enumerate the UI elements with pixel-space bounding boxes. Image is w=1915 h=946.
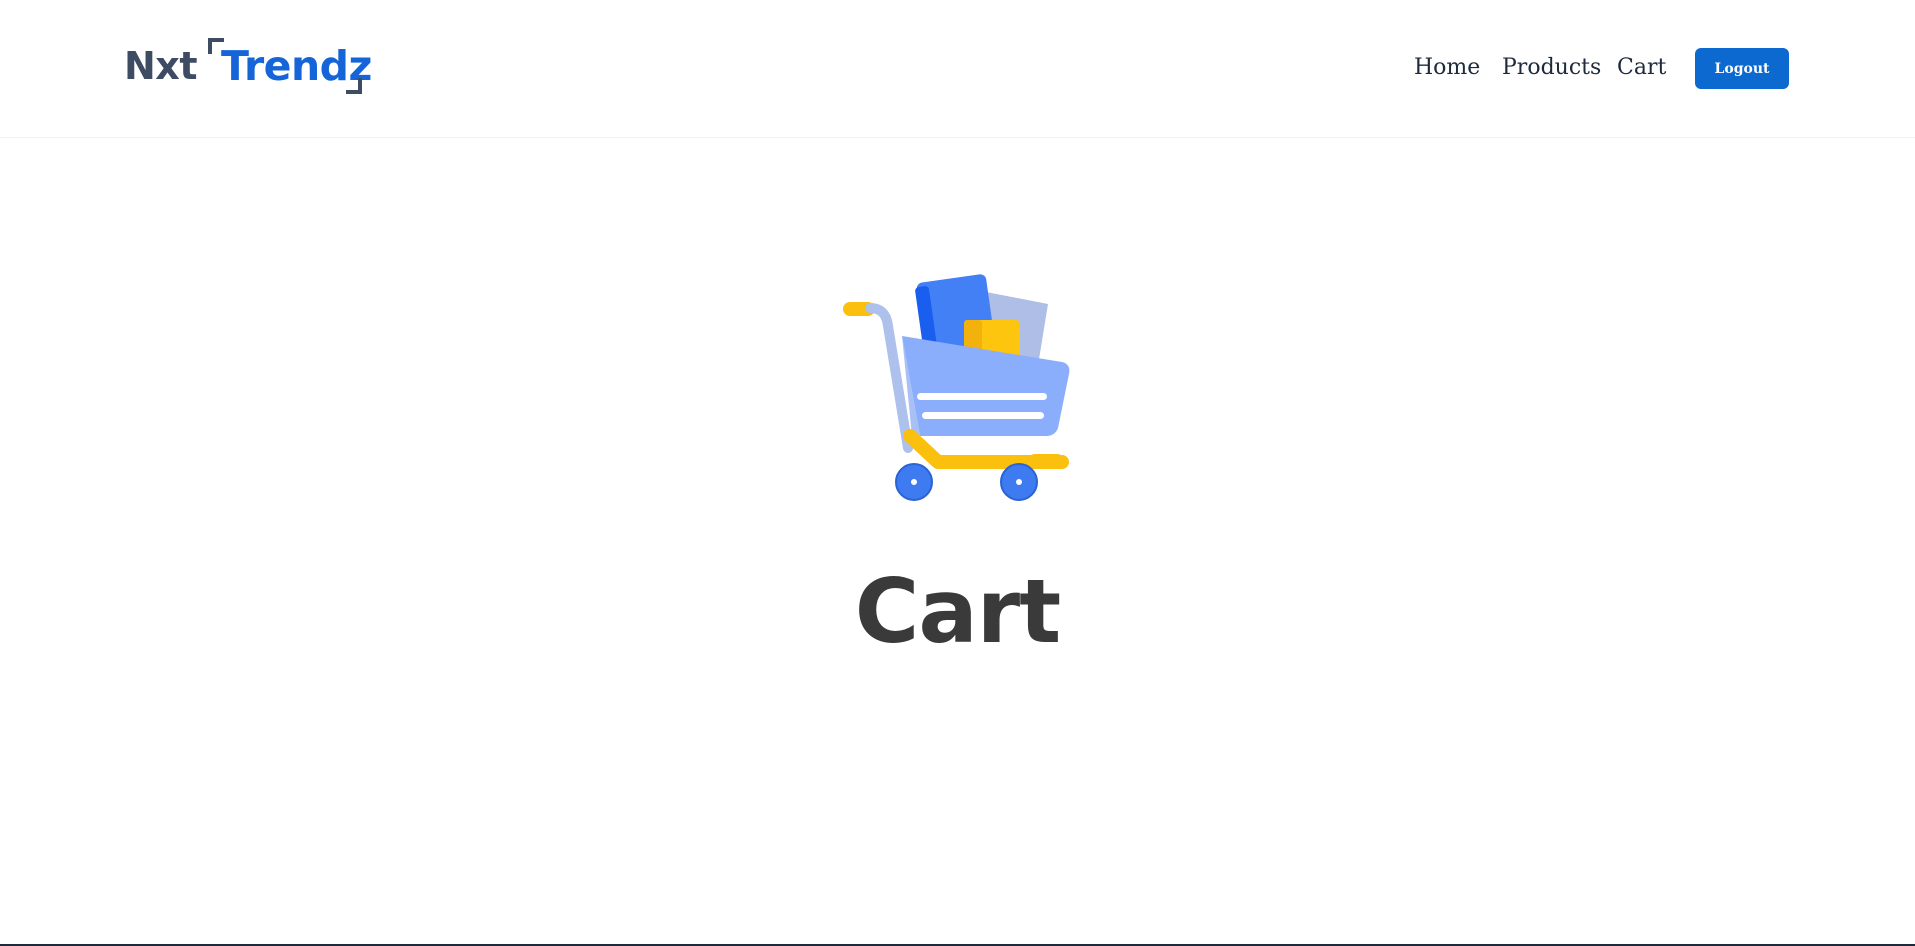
cart-basket-stripe <box>917 393 1047 400</box>
website-logo[interactable]: Nxt Trendz <box>124 36 374 96</box>
logout-button[interactable]: Logout <box>1695 48 1789 89</box>
cart-basket <box>902 336 1070 436</box>
navbar: Nxt Trendz Home Products Cart Logout <box>0 0 1915 138</box>
nav-link-home[interactable]: Home <box>1414 55 1480 80</box>
nav-link-products[interactable]: Products <box>1502 55 1601 80</box>
logo-text-nxt: Nxt <box>124 44 197 88</box>
cart-base-end <box>1028 454 1064 468</box>
page-title: Cart <box>854 560 1061 663</box>
nav-link-cart[interactable]: Cart <box>1617 55 1666 80</box>
cart-basket-stripe <box>922 412 1044 419</box>
cart-handle-bar <box>865 303 913 453</box>
logo-bracket-bottom-right <box>346 78 362 94</box>
shopping-cart-icon <box>843 274 1070 501</box>
cart-wheel-right-hub <box>1016 479 1022 485</box>
cart-wheel-left-hub <box>911 479 917 485</box>
